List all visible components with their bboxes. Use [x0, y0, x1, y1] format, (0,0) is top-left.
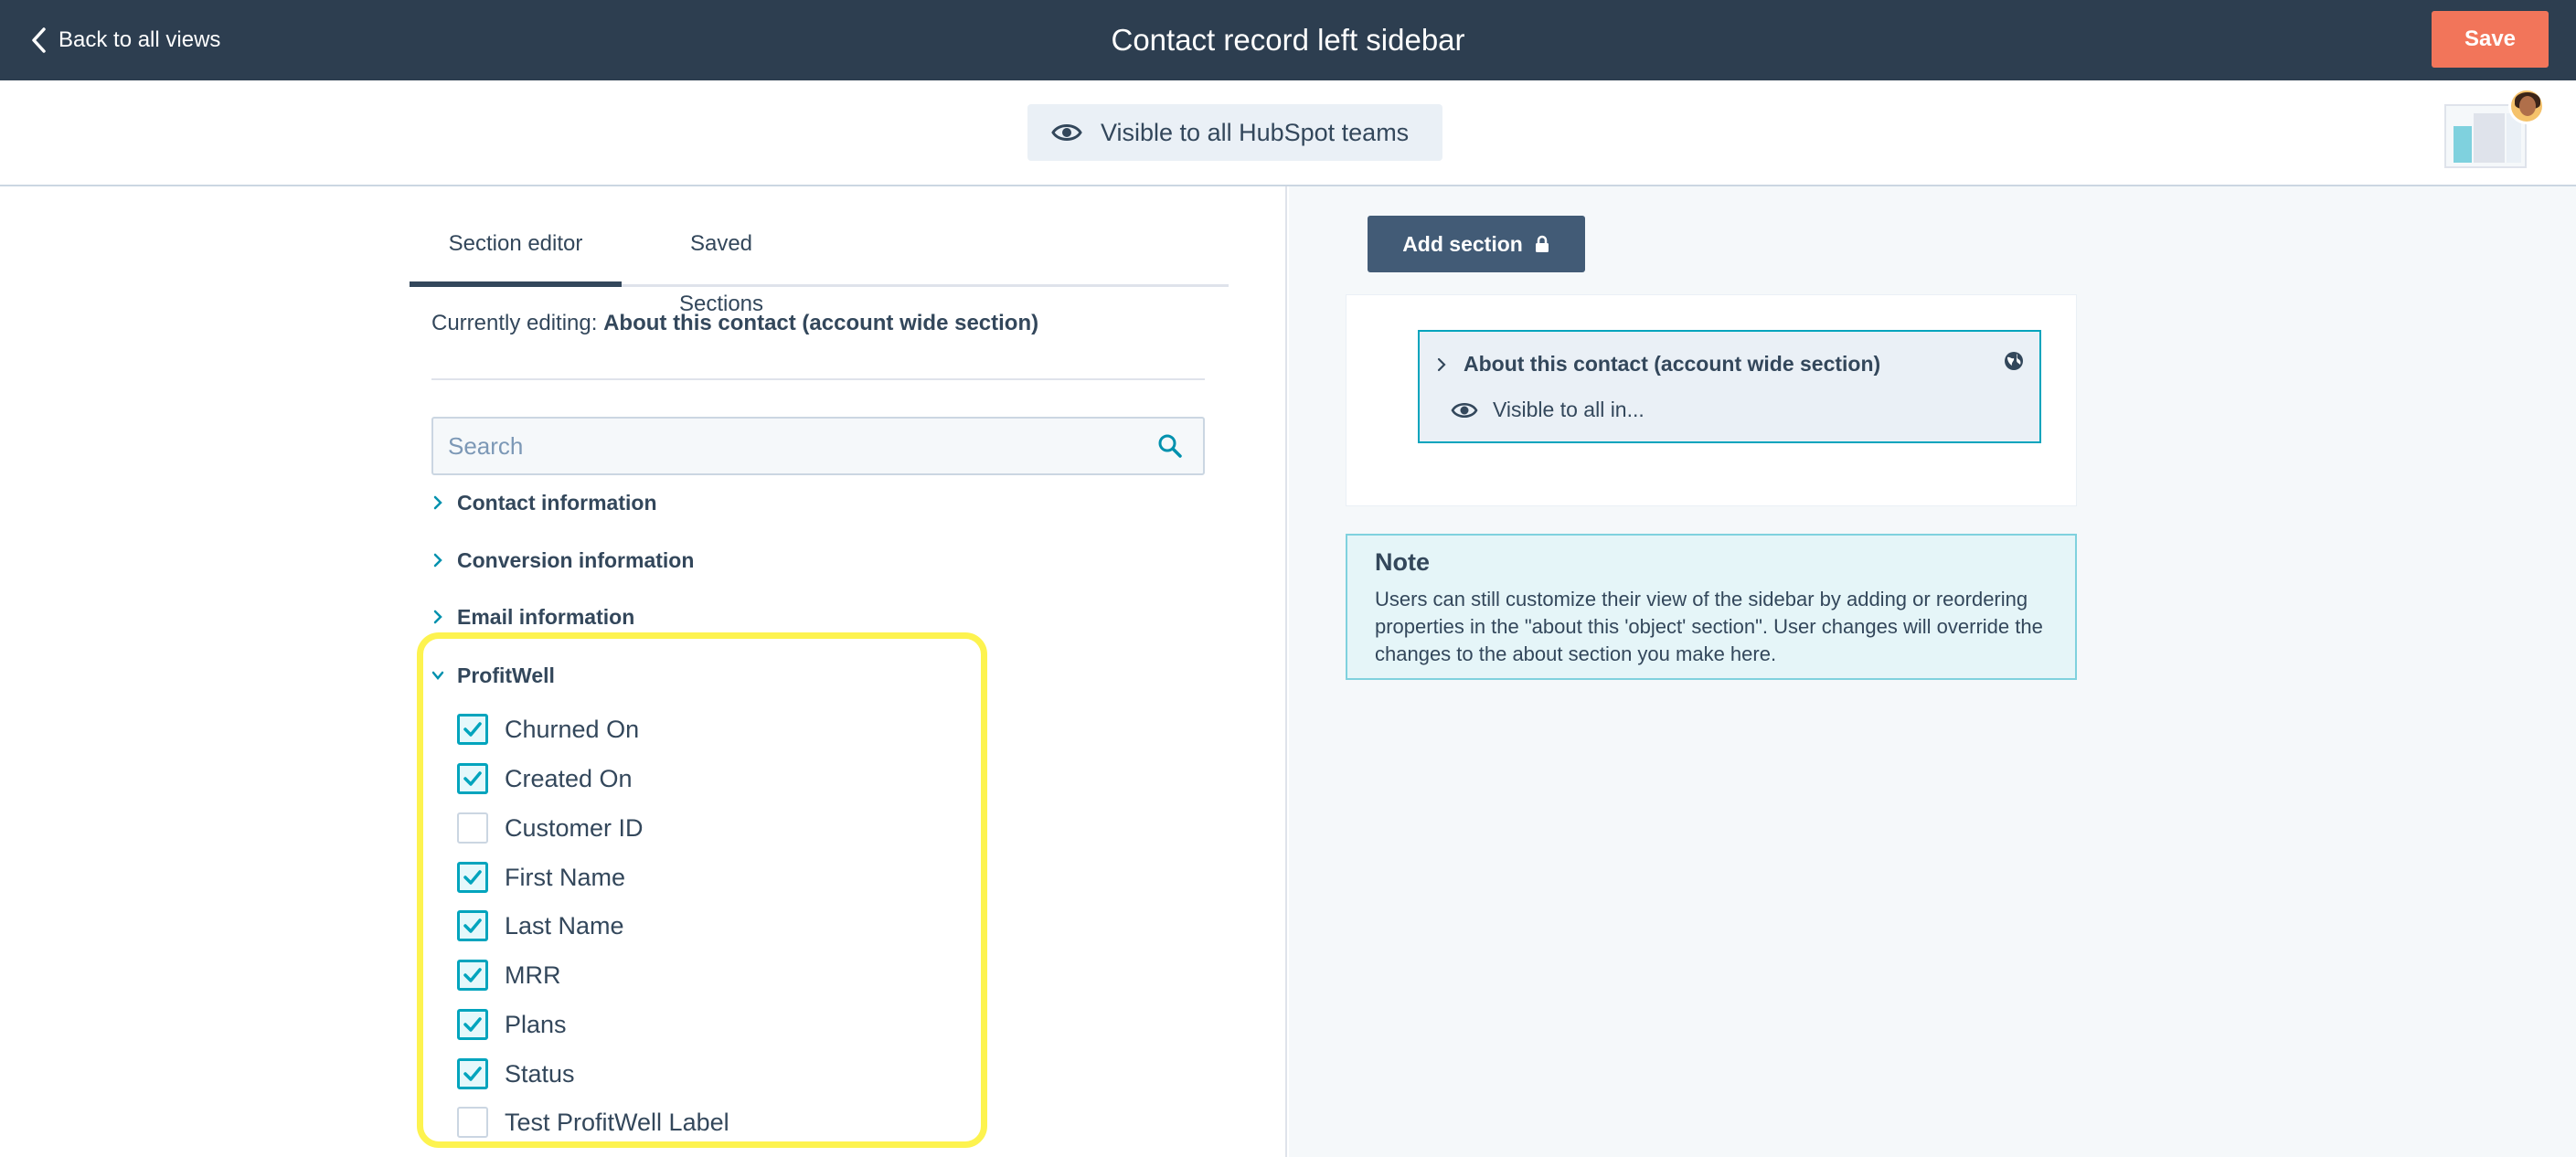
chevron-right-icon: [433, 553, 442, 568]
group-label: Contact information: [457, 490, 657, 515]
globe-icon: [2005, 352, 2023, 370]
property-first-name[interactable]: First Name: [457, 859, 625, 896]
top-bar: Back to all views Contact record left si…: [0, 0, 2576, 80]
chevron-right-icon: [433, 610, 442, 624]
preview-section-title: About this contact (account wide section…: [1436, 352, 1880, 377]
group-label: Conversion information: [457, 547, 695, 572]
property-label: Created On: [505, 764, 633, 792]
property-last-name[interactable]: Last Name: [457, 908, 624, 944]
property-label: Status: [505, 1059, 575, 1088]
tab-section-editor[interactable]: Section editor: [410, 214, 622, 287]
sidebar-preview-card: About this contact (account wide section…: [1346, 294, 2077, 506]
chevron-right-icon: [433, 495, 442, 510]
check-icon: [463, 968, 482, 982]
check-icon: [463, 771, 482, 786]
property-checkbox[interactable]: [457, 812, 488, 844]
preview-section-about-contact[interactable]: About this contact (account wide section…: [1418, 330, 2041, 443]
editor-tabs: Section editor Saved Sections: [410, 214, 1229, 316]
team-visibility-label: Visible to all HubSpot teams: [1101, 118, 1410, 146]
search-input[interactable]: [433, 419, 1146, 473]
property-label: First Name: [505, 863, 626, 891]
property-label: Last Name: [505, 911, 624, 939]
chevron-down-icon: [431, 671, 444, 680]
group-label: Email information: [457, 604, 635, 629]
group-email-information[interactable]: Email information: [431, 599, 634, 635]
note-body: Users can still customize their view of …: [1375, 588, 2043, 665]
property-mrr[interactable]: MRR: [457, 957, 561, 993]
property-churned-on[interactable]: Churned On: [457, 711, 639, 748]
check-icon: [463, 1067, 482, 1081]
group-contact-information[interactable]: Contact information: [431, 484, 657, 521]
search-icon[interactable]: [1157, 433, 1183, 459]
eye-icon: [1051, 124, 1082, 141]
property-checkbox[interactable]: [457, 1009, 488, 1040]
divider: [431, 378, 1205, 380]
group-profitwell[interactable]: ProfitWell: [431, 657, 555, 694]
note-box: Note Users can still customize their vie…: [1346, 534, 2077, 680]
add-section-button[interactable]: Add section: [1368, 216, 1585, 272]
eye-icon: [1451, 402, 1478, 418]
property-checkbox[interactable]: [457, 960, 488, 991]
property-label: MRR: [505, 961, 561, 989]
page-title: Contact record left sidebar: [1111, 23, 1465, 57]
property-plans[interactable]: Plans: [457, 1006, 567, 1043]
group-label: ProfitWell: [457, 663, 555, 687]
sidebar-preview-panel: Add section About this contact (account …: [1289, 186, 2576, 1157]
team-visibility-button[interactable]: Visible to all HubSpot teams: [1027, 104, 1442, 161]
user-avatar[interactable]: [2508, 88, 2545, 124]
currently-editing-prefix: Currently editing:: [431, 311, 598, 335]
property-checkbox[interactable]: [457, 862, 488, 893]
section-editor-panel: Section editor Saved Sections Currently …: [0, 186, 1287, 1157]
check-icon: [463, 1017, 482, 1032]
preview-section-visibility: Visible to all in...: [1451, 398, 1645, 422]
property-search: [431, 417, 1205, 475]
group-conversion-information[interactable]: Conversion information: [431, 542, 694, 578]
property-checkbox[interactable]: [457, 1058, 488, 1089]
chevron-right-icon: [1437, 357, 1446, 371]
lock-icon: [1535, 235, 1549, 252]
property-checkbox[interactable]: [457, 910, 488, 941]
note-title: Note: [1375, 548, 1430, 576]
preview-section-visibility-text: Visible to all in...: [1493, 398, 1645, 421]
check-icon: [463, 870, 482, 885]
preview-section-title-text: About this contact (account wide section…: [1464, 352, 1881, 376]
tab-saved-sections[interactable]: Saved Sections: [645, 214, 797, 316]
add-section-label: Add section: [1402, 231, 1523, 256]
property-customer-id[interactable]: Customer ID: [457, 810, 644, 846]
currently-editing-section: About this contact (account wide section…: [603, 311, 1039, 335]
check-icon: [463, 918, 482, 933]
property-label: Test ProfitWell Label: [505, 1108, 729, 1136]
property-created-on[interactable]: Created On: [457, 760, 633, 797]
save-button[interactable]: Save: [2432, 11, 2549, 68]
property-checkbox[interactable]: [457, 1107, 488, 1138]
property-checkbox[interactable]: [457, 714, 488, 745]
visibility-bar: Visible to all HubSpot teams: [0, 80, 2576, 186]
check-icon: [463, 722, 482, 737]
property-test-profitwell-label[interactable]: Test ProfitWell Label: [457, 1104, 729, 1141]
property-label: Customer ID: [505, 813, 644, 842]
property-label: Churned On: [505, 715, 640, 743]
property-checkbox[interactable]: [457, 763, 488, 794]
property-label: Plans: [505, 1010, 567, 1038]
currently-editing-text: Currently editing: About this contact (a…: [431, 311, 1038, 336]
property-status[interactable]: Status: [457, 1056, 575, 1092]
